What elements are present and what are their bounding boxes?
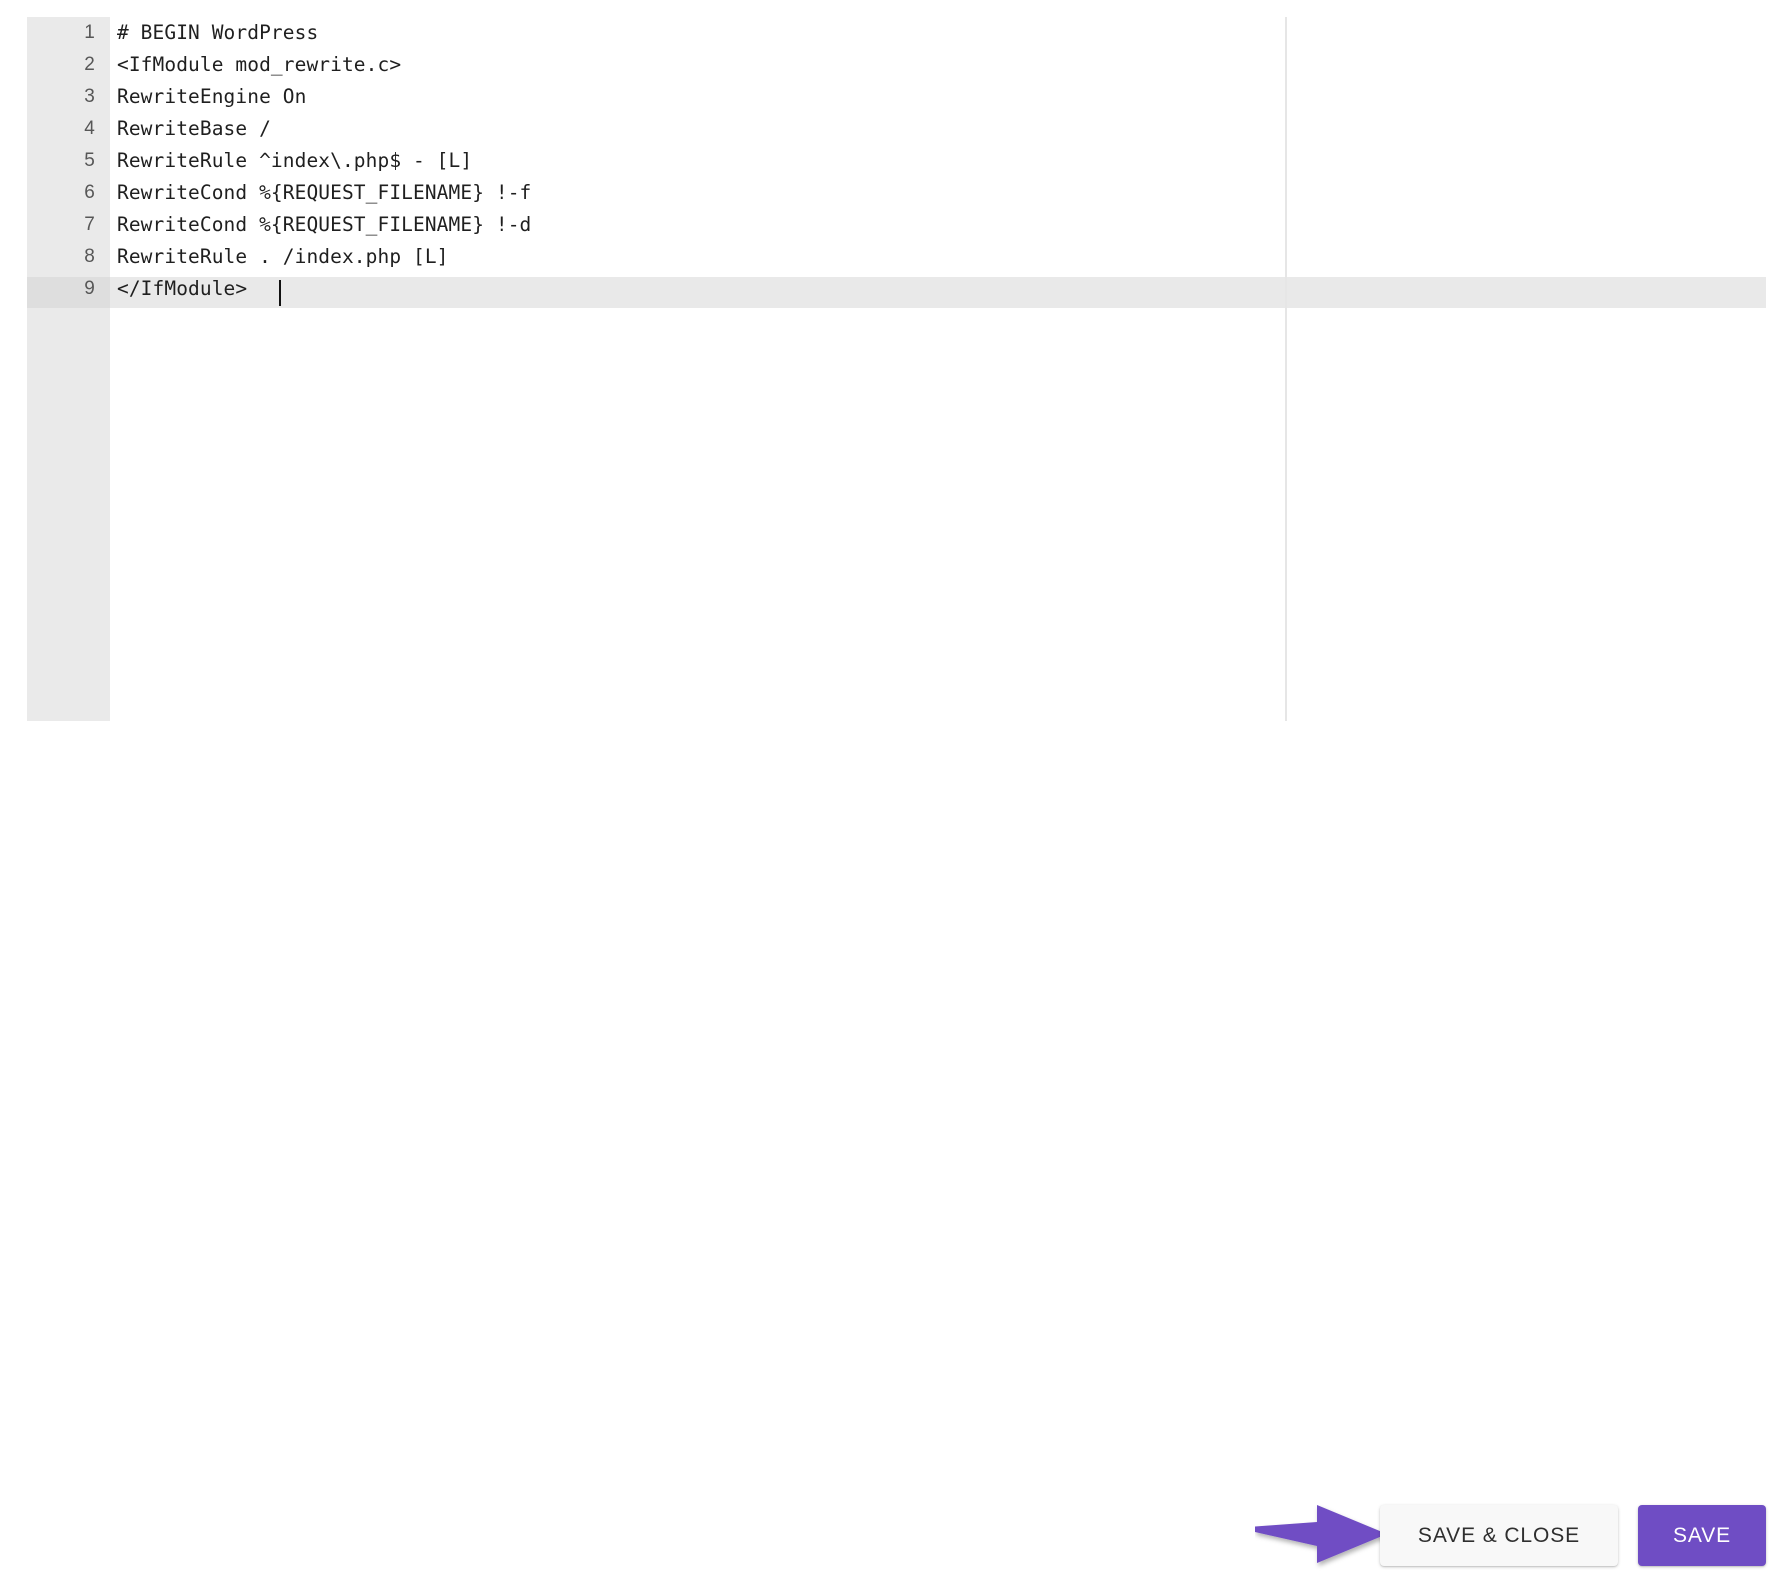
line-text[interactable]: RewriteEngine On	[117, 81, 306, 113]
line-number: 8	[84, 246, 95, 267]
save-and-close-button[interactable]: SAVE & CLOSE	[1380, 1505, 1618, 1566]
line-number: 5	[84, 150, 95, 171]
code-editor[interactable]: 1 # BEGIN WordPress 2 <IfModule mod_rewr…	[0, 0, 1780, 721]
code-line[interactable]: 2 <IfModule mod_rewrite.c>	[0, 49, 1780, 81]
line-text[interactable]: # BEGIN WordPress	[117, 17, 318, 49]
line-number: 4	[84, 118, 95, 139]
save-button[interactable]: SAVE	[1638, 1505, 1766, 1566]
line-text[interactable]: <IfModule mod_rewrite.c>	[117, 49, 401, 81]
line-text[interactable]: RewriteCond %{REQUEST_FILENAME} !-d	[117, 209, 531, 241]
line-number: 9	[84, 278, 95, 299]
code-line[interactable]: 6 RewriteCond %{REQUEST_FILENAME} !-f	[0, 177, 1780, 209]
editor-action-bar: SAVE & CLOSE SAVE	[0, 721, 1780, 1566]
line-number: 6	[84, 182, 95, 203]
code-line[interactable]: 4 RewriteBase /	[0, 113, 1780, 145]
line-number: 1	[84, 22, 95, 43]
code-line[interactable]: 7 RewriteCond %{REQUEST_FILENAME} !-d	[0, 209, 1780, 241]
line-number: 7	[84, 214, 95, 235]
line-number: 3	[84, 86, 95, 107]
code-line-active[interactable]: 9 </IfModule>	[0, 273, 1780, 305]
line-text[interactable]: RewriteRule ^index\.php$ - [L]	[117, 145, 472, 177]
line-text[interactable]: RewriteBase /	[117, 113, 271, 145]
code-line[interactable]: 1 # BEGIN WordPress	[0, 17, 1780, 49]
code-line[interactable]: 5 RewriteRule ^index\.php$ - [L]	[0, 145, 1780, 177]
code-line[interactable]: 8 RewriteRule . /index.php [L]	[0, 241, 1780, 273]
annotation-arrow-icon	[1255, 1499, 1391, 1571]
code-content-area[interactable]: 1 # BEGIN WordPress 2 <IfModule mod_rewr…	[0, 17, 1780, 721]
line-text[interactable]: RewriteRule . /index.php [L]	[117, 241, 449, 273]
line-text[interactable]: </IfModule>	[117, 273, 247, 305]
line-number: 2	[84, 54, 95, 75]
text-caret	[279, 280, 281, 306]
line-text[interactable]: RewriteCond %{REQUEST_FILENAME} !-f	[117, 177, 531, 209]
code-line[interactable]: 3 RewriteEngine On	[0, 81, 1780, 113]
